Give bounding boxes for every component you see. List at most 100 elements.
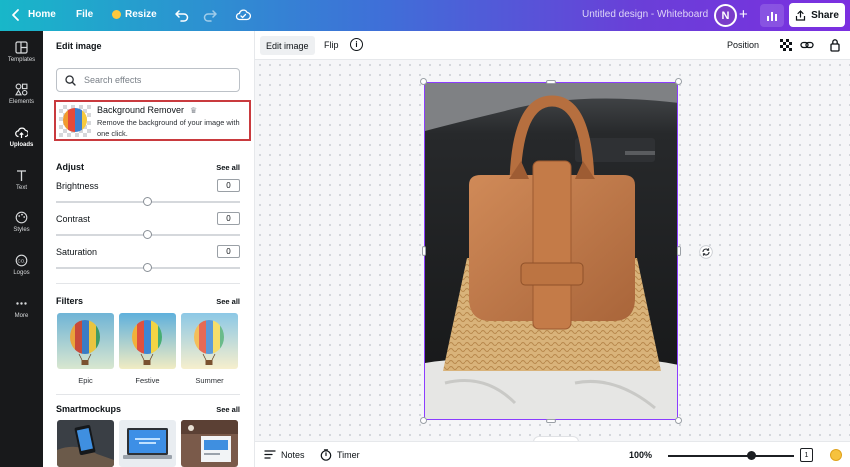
bar-chart-icon: [767, 11, 777, 21]
section-divider: [56, 394, 240, 395]
insights-button[interactable]: [760, 4, 784, 27]
resize-handle-top-right[interactable]: [675, 78, 682, 85]
section-divider: [56, 283, 240, 284]
resize-handle-bottom-left[interactable]: [420, 417, 427, 424]
resize-handle-right[interactable]: [677, 246, 681, 256]
filter-epic-thumbnail[interactable]: [57, 313, 114, 369]
rail-item-logos[interactable]: CO. Logos: [0, 254, 43, 276]
document-title[interactable]: Untitled design - Whiteboard: [582, 9, 708, 20]
filters-heading: Filters: [56, 296, 84, 306]
rail-label: Templates: [7, 57, 36, 63]
saturation-value-input[interactable]: 0: [217, 245, 240, 258]
panel-title: Edit image: [56, 41, 102, 51]
resize-handle-top-left[interactable]: [420, 78, 427, 85]
laptop-mockup-image: [119, 420, 176, 467]
brightness-value-input[interactable]: 0: [217, 179, 240, 192]
filter-label: Festive: [135, 376, 160, 385]
flip-button[interactable]: Flip: [324, 40, 339, 50]
rail-label: Text: [15, 185, 27, 191]
chevron-left-icon[interactable]: [9, 8, 23, 22]
share-button[interactable]: Share: [789, 3, 845, 27]
redo-icon[interactable]: [202, 7, 218, 23]
link-icon[interactable]: [800, 38, 814, 52]
filters-see-all-link[interactable]: See all: [216, 297, 240, 306]
avatar[interactable]: N: [714, 4, 737, 27]
rail-label: Uploads: [9, 142, 34, 148]
zoom-slider-track[interactable]: [668, 455, 794, 457]
screen-mockup-image: [181, 420, 238, 467]
rail-item-text[interactable]: Text: [0, 169, 43, 191]
edit-image-panel: Edit image Background Remover ♛: [43, 31, 255, 467]
resize-label: Resize: [125, 9, 157, 20]
page-count-button[interactable]: 1: [800, 448, 813, 462]
rail-item-elements[interactable]: Elements: [0, 83, 43, 105]
background-remover-card[interactable]: Background Remover ♛ Remove the backgrou…: [54, 100, 251, 141]
uploads-icon: [15, 127, 28, 138]
brightness-slider-thumb[interactable]: [143, 197, 152, 206]
rail-label: Logos: [13, 270, 30, 276]
zoom-level[interactable]: 100%: [629, 450, 652, 460]
resize-button[interactable]: Resize: [112, 9, 157, 20]
mockup-phone-thumbnail[interactable]: [57, 420, 114, 467]
rail-label: More: [14, 313, 29, 319]
smartmockups-heading: Smartmockups: [56, 404, 122, 414]
filter-festive-thumbnail[interactable]: [119, 313, 176, 369]
mockup-laptop-thumbnail[interactable]: [119, 420, 176, 467]
contrast-slider-thumb[interactable]: [143, 230, 152, 239]
rail-item-uploads[interactable]: Uploads: [0, 126, 43, 148]
templates-icon: [15, 41, 28, 54]
share-label: Share: [811, 9, 839, 21]
resize-handle-top[interactable]: [546, 80, 556, 84]
filter-summer-thumbnail[interactable]: [181, 313, 238, 369]
resize-handle-bottom-right[interactable]: [675, 417, 682, 424]
balloon-photo: [57, 313, 114, 369]
timer-icon: [320, 449, 332, 461]
adjust-see-all-link[interactable]: See all: [216, 163, 240, 172]
design-canvas[interactable]: [255, 60, 850, 441]
undo-icon[interactable]: [174, 7, 190, 23]
info-icon[interactable]: i: [350, 38, 363, 51]
help-icon[interactable]: [830, 449, 842, 461]
rotate-icon[interactable]: [699, 245, 713, 259]
background-remover-description: Remove the background of your image with…: [97, 118, 240, 138]
edit-image-button[interactable]: Edit image: [260, 36, 315, 55]
rail-item-templates[interactable]: Templates: [0, 41, 43, 63]
position-button[interactable]: Position: [727, 40, 759, 50]
contrast-value-input[interactable]: 0: [217, 212, 240, 225]
timer-button[interactable]: Timer: [320, 449, 360, 461]
search-icon: [65, 74, 76, 86]
notes-button[interactable]: Notes: [264, 449, 305, 460]
cloud-saved-icon[interactable]: [235, 7, 251, 23]
rail-item-more[interactable]: More: [0, 297, 43, 319]
top-bar: Home File Resize Untitled design - White…: [0, 0, 850, 31]
resize-handle-left[interactable]: [422, 246, 426, 256]
search-input[interactable]: [84, 75, 224, 85]
resize-handle-bottom[interactable]: [546, 419, 556, 423]
search-box[interactable]: [56, 68, 240, 92]
add-collaborator-icon[interactable]: +: [739, 6, 748, 23]
notes-icon: [264, 450, 276, 459]
zoom-slider-thumb[interactable]: [746, 451, 756, 460]
brightness-label: Brightness: [56, 181, 99, 191]
elements-icon: [15, 83, 28, 96]
smartmockups-see-all-link[interactable]: See all: [216, 405, 240, 414]
phone-mockup-image: [57, 420, 114, 467]
transparency-icon[interactable]: [779, 38, 793, 52]
upload-icon: [795, 9, 806, 21]
file-menu[interactable]: File: [76, 9, 93, 20]
rail-item-styles[interactable]: Styles: [0, 211, 43, 233]
canvas-toolbar: Edit image Flip i Position: [255, 31, 850, 60]
lock-icon[interactable]: [828, 38, 842, 52]
background-remover-title: Background Remover: [97, 105, 185, 115]
background-remover-title-row: Background Remover ♛: [97, 105, 197, 115]
styles-icon: [15, 211, 28, 224]
mockup-screen-thumbnail[interactable]: [181, 420, 238, 467]
balloon-photo: [181, 313, 238, 369]
text-icon: [17, 170, 26, 181]
adjust-heading: Adjust: [56, 162, 84, 172]
bottom-bar: Notes Timer 100% 1: [255, 441, 850, 467]
home-button[interactable]: Home: [28, 9, 56, 20]
handbag-photo: [425, 83, 677, 419]
saturation-slider-thumb[interactable]: [143, 263, 152, 272]
selected-image-handbag[interactable]: [424, 82, 678, 420]
